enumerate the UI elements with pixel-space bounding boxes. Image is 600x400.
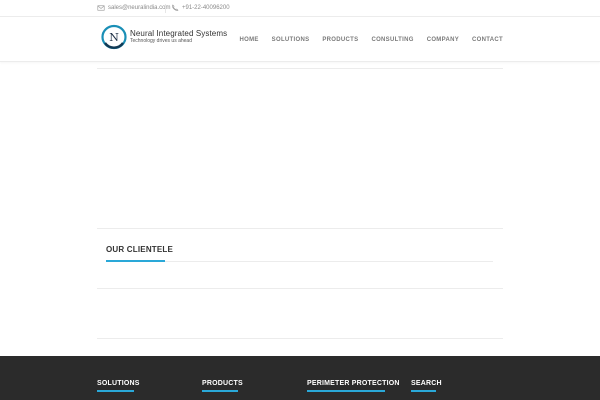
footer-column-search: SEARCH	[411, 380, 442, 392]
content-divider	[97, 68, 503, 69]
site-header: N Neural Integrated Systems Technology d…	[0, 17, 600, 62]
top-contact-bar: sales@neuralindia.com +91-22-40096200	[0, 0, 600, 17]
footer-column-products: PRODUCTS	[202, 380, 243, 392]
site-logo[interactable]: N Neural Integrated Systems Technology d…	[101, 24, 227, 50]
content-divider	[97, 288, 503, 289]
footer-heading: SEARCH	[411, 380, 442, 387]
envelope-icon	[97, 5, 105, 11]
logo-mark-icon: N	[101, 24, 127, 50]
footer-heading-underline	[307, 390, 385, 392]
nav-products[interactable]: PRODUCTS	[322, 37, 358, 43]
content-divider	[97, 228, 503, 229]
logo-text: Neural Integrated Systems Technology dri…	[130, 29, 227, 44]
phone-text: +91-22-40096200	[182, 5, 230, 11]
topbar-divider	[165, 4, 166, 13]
clientele-heading: OUR CLIENTELE	[106, 245, 174, 254]
site-footer: SOLUTIONS PRODUCTS PERIMETER PROTECTION …	[0, 356, 600, 400]
footer-heading-underline	[97, 390, 134, 392]
footer-heading: PRODUCTS	[202, 380, 243, 387]
logo-letter: N	[109, 31, 119, 44]
email-contact[interactable]: sales@neuralindia.com	[97, 4, 170, 12]
footer-column-solutions: SOLUTIONS	[97, 380, 140, 392]
footer-heading: SOLUTIONS	[97, 380, 140, 387]
logo-tagline: Technology drives us ahead	[130, 37, 192, 44]
nav-home[interactable]: HOME	[239, 37, 258, 43]
nav-solutions[interactable]: SOLUTIONS	[272, 37, 310, 43]
phone-contact[interactable]: +91-22-40096200	[171, 4, 230, 12]
footer-heading: PERIMETER PROTECTION	[307, 380, 400, 387]
footer-heading-underline	[411, 390, 436, 392]
page: sales@neuralindia.com +91-22-40096200 N …	[0, 0, 600, 400]
email-text: sales@neuralindia.com	[108, 5, 171, 11]
nav-contact[interactable]: CONTACT	[472, 37, 503, 43]
clientele-heading-underline	[106, 260, 165, 262]
main-nav: HOME SOLUTIONS PRODUCTS CONSULTING COMPA…	[226, 37, 503, 43]
nav-consulting[interactable]: CONSULTING	[371, 37, 413, 43]
nav-company[interactable]: COMPANY	[427, 37, 459, 43]
footer-column-perimeter-protection: PERIMETER PROTECTION	[307, 380, 400, 392]
footer-heading-underline	[202, 390, 238, 392]
phone-icon	[172, 4, 179, 11]
content-divider	[97, 338, 503, 339]
